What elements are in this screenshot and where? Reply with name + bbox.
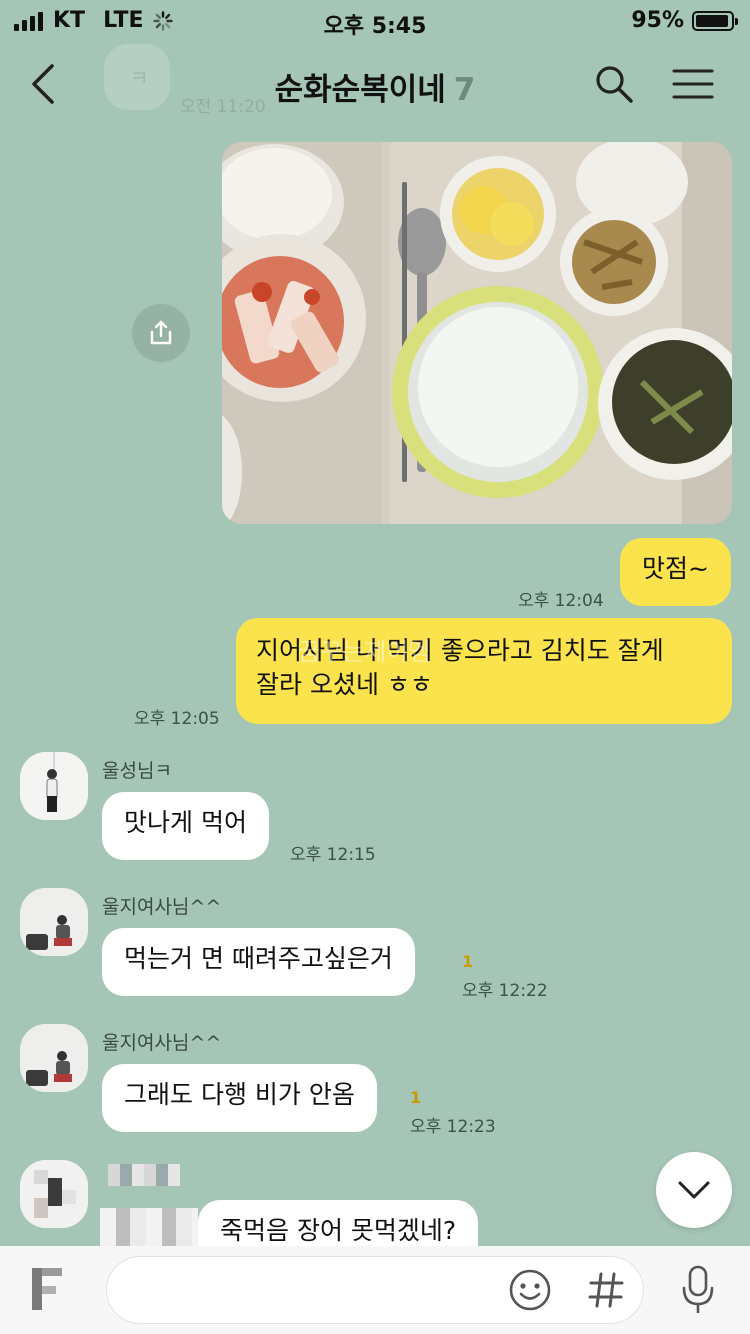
sender-name: 울지여사님^^ xyxy=(102,896,222,918)
share-button[interactable] xyxy=(132,304,190,362)
share-icon xyxy=(150,320,172,345)
message-text-line: 잘라 오셨네 ㅎㅎ xyxy=(256,670,433,699)
hashtag-button[interactable] xyxy=(586,1268,626,1312)
scroll-to-bottom-button[interactable] xyxy=(656,1152,732,1228)
microphone-icon xyxy=(682,1265,714,1313)
message-time: 오후 12:15 xyxy=(290,845,376,865)
member-count: 7 xyxy=(453,72,476,108)
message-text: 그래도 다행 비가 안옴 xyxy=(124,1080,355,1109)
battery-percent: 95% xyxy=(631,8,684,33)
avatar[interactable] xyxy=(20,752,88,820)
voice-input-button[interactable] xyxy=(680,1264,716,1316)
status-bar: KT LTE 오후 5:45 95% xyxy=(0,0,750,40)
other-message-bubble[interactable]: 맛나게 먹어 xyxy=(102,792,269,860)
chat-title: 순화순복이네 7 xyxy=(0,64,750,109)
search-icon xyxy=(596,66,633,103)
my-message-bubble[interactable]: 맛점~ xyxy=(620,538,731,606)
message-time: 오후 12:04 xyxy=(518,591,604,611)
chevron-down-icon xyxy=(678,1181,710,1199)
avatar[interactable] xyxy=(20,1160,88,1228)
message-time: 오후 12:23 xyxy=(410,1117,496,1137)
message-text: 맛나게 먹어 xyxy=(124,808,247,837)
photo-message[interactable] xyxy=(222,142,732,524)
sender-name: 울지여사님^^ xyxy=(102,1032,222,1054)
censored-profile-photo xyxy=(20,1160,88,1228)
emoji-button[interactable] xyxy=(508,1268,552,1312)
profile-photo xyxy=(20,752,88,820)
unread-count: 1 xyxy=(462,952,474,971)
message-input-bar xyxy=(0,1246,750,1334)
profile-photo xyxy=(20,1024,88,1092)
censored-sender-name xyxy=(108,1164,180,1186)
room-name: 순화순복이네 xyxy=(274,72,446,108)
hashtag-icon xyxy=(588,1272,624,1308)
message-text: 맛점~ xyxy=(642,554,709,583)
battery-icon xyxy=(692,10,738,31)
smiley-icon xyxy=(509,1269,551,1311)
unread-count: 1 xyxy=(410,1088,422,1107)
avatar[interactable] xyxy=(20,888,88,956)
message-time: 오후 12:22 xyxy=(462,981,548,1001)
message-text: 죽먹음 장어 못먹겠네? xyxy=(220,1216,457,1245)
profile-photo xyxy=(20,888,88,956)
hamburger-menu-icon xyxy=(672,69,714,99)
message-time: 오후 12:05 xyxy=(134,709,220,729)
sender-name: 울성님ㅋ xyxy=(102,760,172,782)
watermark: 꿈꾸는제이엠 xyxy=(298,638,431,666)
other-message-bubble[interactable]: 그래도 다행 비가 안옴 xyxy=(102,1064,377,1132)
message-input[interactable] xyxy=(106,1256,644,1324)
attach-button[interactable] xyxy=(30,1264,64,1314)
avatar[interactable] xyxy=(20,1024,88,1092)
status-right: 95% xyxy=(631,8,738,33)
chat-header: 순화순복이네 7 xyxy=(0,40,750,130)
other-message-bubble[interactable]: 먹는거 면 때려주고싶은거 xyxy=(102,928,415,996)
message-text: 먹는거 면 때려주고싶은거 xyxy=(124,944,393,973)
censored-plus-icon xyxy=(32,1268,62,1310)
search-button[interactable] xyxy=(594,64,634,104)
meal-tray-photo xyxy=(222,142,732,524)
menu-button[interactable] xyxy=(672,68,714,100)
